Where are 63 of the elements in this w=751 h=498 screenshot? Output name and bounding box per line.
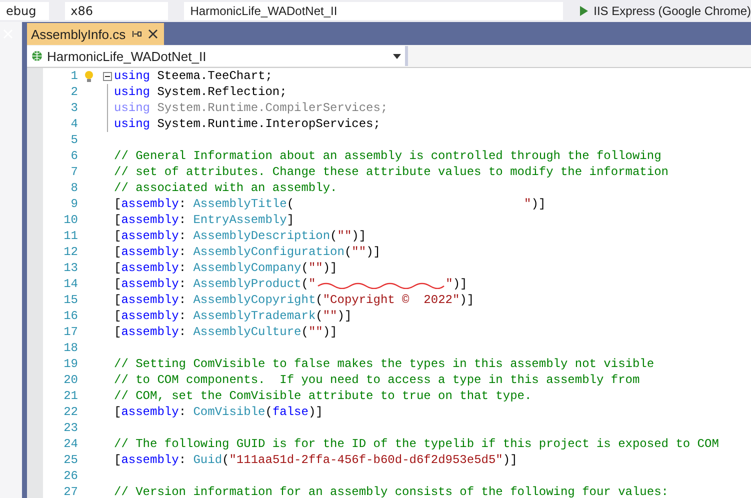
- code-line: // COM, set the ComVisible attribute to true on that type.: [114, 389, 532, 403]
- code-line: [assembly: AssemblyTitle( ")]: [114, 197, 546, 211]
- caret-icon: [393, 54, 401, 58]
- line-number: 8: [70, 181, 78, 195]
- line-number: 14: [62, 277, 78, 291]
- line-number: 26: [62, 469, 78, 483]
- line-number: 17: [62, 325, 78, 339]
- code-line: [assembly: AssemblyConfiguration("")]: [114, 245, 380, 259]
- code-line: [assembly: AssemblyCopyright("Copyright © 2022")]: [114, 293, 474, 307]
- line-number: 3: [70, 101, 78, 115]
- line-number: 16: [62, 309, 78, 323]
- toolbar-dropdown[interactable]: x86: [64, 2, 168, 20]
- line-number: 22: [62, 405, 78, 419]
- code-line: using Steema.TeeChart;: [114, 69, 272, 83]
- lightbulb-icon[interactable]: [84, 70, 94, 82]
- code-line: [assembly: AssemblyDescription("")]: [114, 229, 366, 243]
- line-number: 6: [70, 149, 78, 163]
- toolbar-dropdown[interactable]: ebug: [0, 2, 49, 20]
- line-number: 4: [70, 117, 78, 131]
- code-line: using System.Runtime.CompilerServices;: [114, 101, 388, 115]
- line-number: 23: [62, 421, 78, 435]
- code-line: using System.Runtime.InteropServices;: [114, 117, 380, 131]
- toolbar-dropdown[interactable]: HarmonicLife_WADotNet_II: [184, 2, 563, 20]
- line-number: 2: [70, 85, 78, 99]
- code-line: [assembly: AssemblyCompany("")]: [114, 261, 338, 275]
- code-line: // The following GUID is for the ID of the typelib if this project is exposed to COM: [114, 437, 719, 451]
- run-button[interactable]: IIS Express (Google Chrome): [578, 4, 751, 18]
- line-number: 27: [62, 485, 78, 498]
- code-line: [assembly: EntryAssembly]: [114, 213, 294, 227]
- code-line: [assembly: AssemblyTrademark("")]: [114, 309, 352, 323]
- code-line: [assembly: ComVisible(false)]: [114, 405, 323, 419]
- code-line: // associated with an assembly.: [114, 181, 338, 195]
- line-number: 15: [62, 293, 78, 307]
- line-number: 13: [62, 261, 78, 275]
- project-dropdown[interactable]: HarmonicLife_WADotNet_II: [27, 46, 408, 66]
- close-icon[interactable]: [148, 29, 158, 39]
- line-number: 5: [70, 133, 78, 147]
- line-number: 18: [62, 341, 78, 355]
- pin-icon[interactable]: [132, 29, 142, 39]
- code-line: // Version information for an assembly consists of the following four values:: [114, 485, 668, 498]
- globe-icon: [31, 50, 43, 62]
- code-line: // set of attributes. Change these attribute values to modify the information: [114, 165, 668, 179]
- play-icon: [578, 6, 589, 16]
- line-number: 9: [70, 197, 78, 211]
- code-line: [assembly: Guid("111aa51d-2ffa-456f-b60d-d6f2d953e5d5")]: [114, 453, 518, 467]
- line-number: 21: [62, 389, 78, 403]
- line-number: 25: [62, 453, 78, 467]
- line-number: 7: [70, 165, 78, 179]
- code-line: // to COM components. If you need to access a type in this assembly from: [114, 373, 640, 387]
- code-line: [assembly: AssemblyProduct(" ")]: [114, 277, 468, 291]
- collapse-icon[interactable]: [102, 72, 112, 80]
- line-number: 11: [62, 229, 78, 243]
- line-number: 20: [62, 373, 78, 387]
- code-line: // Setting ComVisible to false makes the types in this assembly not visible: [114, 357, 654, 371]
- code-line: // General Information about an assembly is controlled through the following: [114, 149, 662, 163]
- line-number: 12: [62, 245, 78, 259]
- line-number: 19: [62, 357, 78, 371]
- line-number: 10: [62, 213, 78, 227]
- line-number: 1: [70, 69, 78, 83]
- code-line: [assembly: AssemblyCulture("")]: [114, 325, 338, 339]
- line-number: 24: [62, 437, 78, 451]
- code-line: using System.Reflection;: [114, 85, 287, 99]
- file-tab[interactable]: AssemblyInfo.cs: [27, 23, 164, 45]
